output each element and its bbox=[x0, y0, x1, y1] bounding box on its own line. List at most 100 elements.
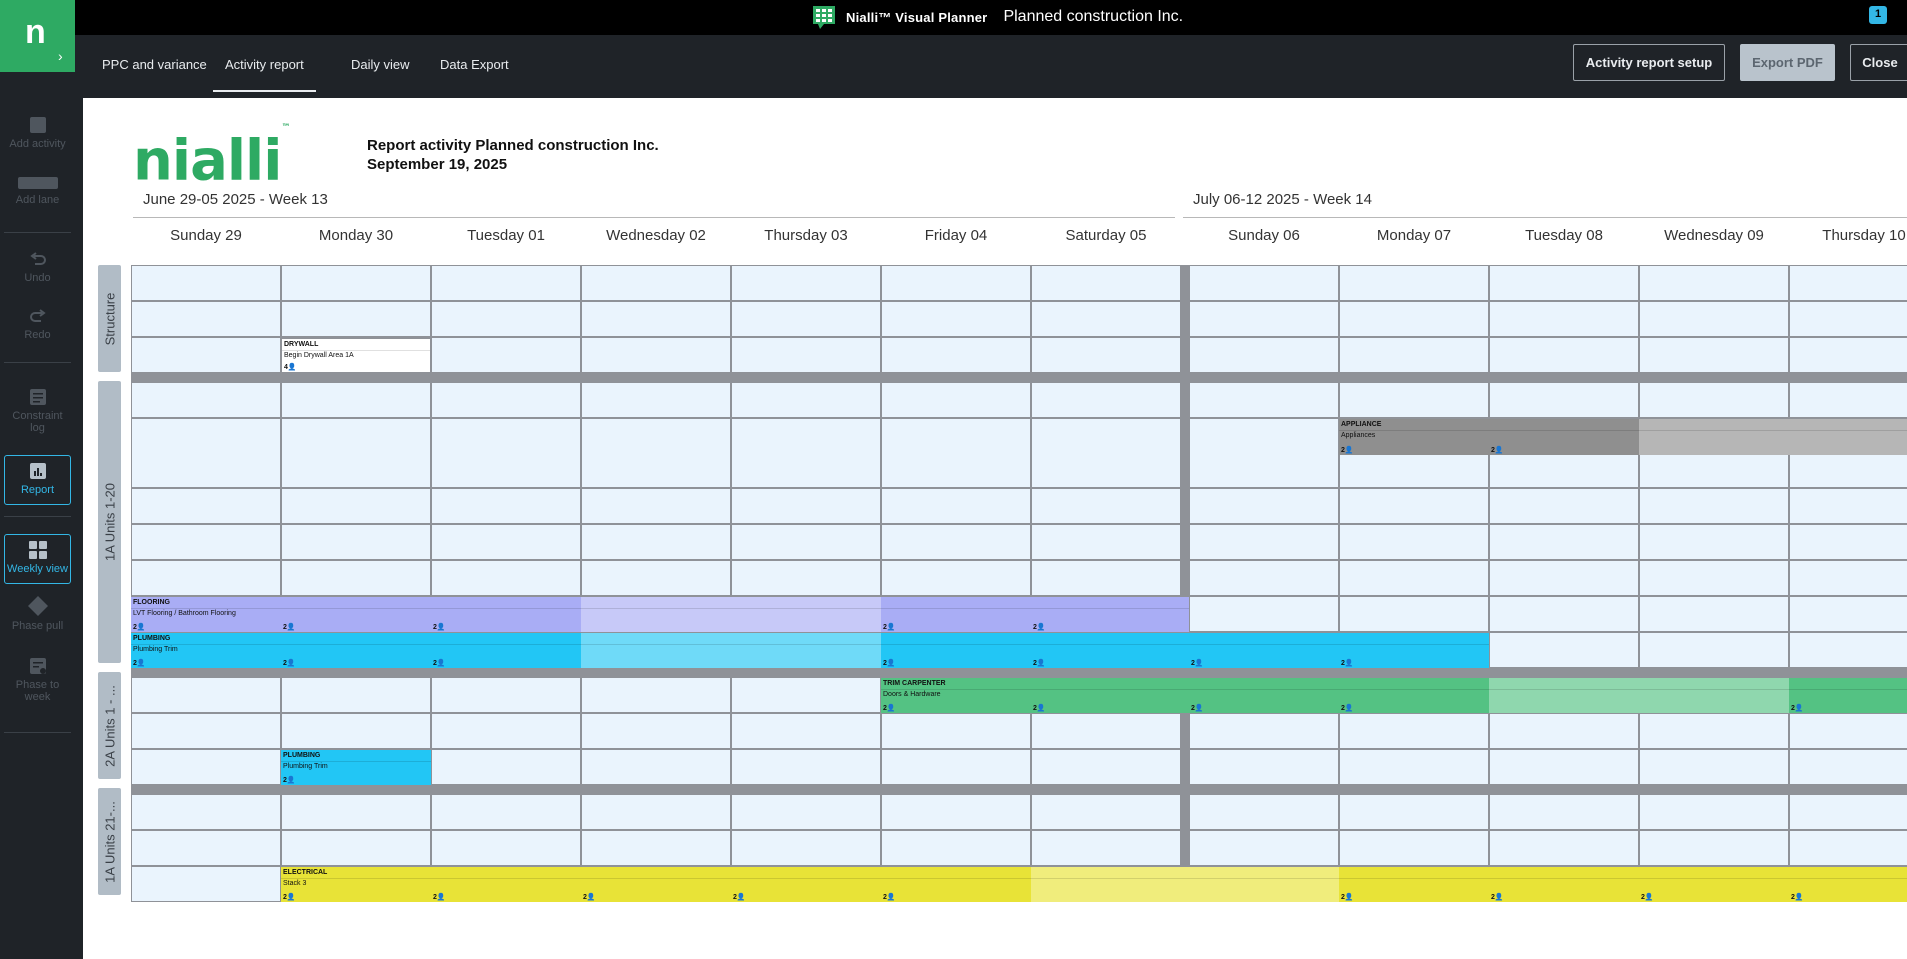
activity-card[interactable]: ELECTRICAL Stack 3 2👤 2👤 2👤 2👤 2👤 2👤 2👤 2👤 2👤 bbox=[281, 867, 1907, 902]
grid-cell[interactable] bbox=[131, 677, 281, 713]
notification-icon[interactable]: 1 bbox=[1869, 6, 1887, 24]
grid-cell[interactable] bbox=[881, 488, 1031, 524]
grid-cell[interactable] bbox=[1639, 560, 1789, 596]
grid-cell[interactable] bbox=[431, 418, 581, 488]
grid-cell[interactable] bbox=[131, 337, 281, 373]
grid-cell[interactable] bbox=[1789, 337, 1907, 373]
grid-cell[interactable] bbox=[1189, 560, 1339, 596]
grid-cell[interactable] bbox=[1189, 265, 1339, 301]
grid-cell[interactable] bbox=[1189, 301, 1339, 337]
grid-cell[interactable] bbox=[281, 418, 431, 488]
grid-cell[interactable] bbox=[431, 524, 581, 560]
grid-cell[interactable] bbox=[281, 265, 431, 301]
grid-cell[interactable] bbox=[281, 382, 431, 418]
grid-cell[interactable] bbox=[581, 749, 731, 785]
grid-cell[interactable] bbox=[1189, 337, 1339, 373]
grid-cell[interactable] bbox=[881, 265, 1031, 301]
grid-cell[interactable] bbox=[1339, 749, 1489, 785]
grid-cell[interactable] bbox=[431, 677, 581, 713]
grid-cell[interactable] bbox=[1789, 830, 1907, 866]
grid-cell[interactable] bbox=[581, 418, 731, 488]
grid-cell[interactable] bbox=[1339, 524, 1489, 560]
sidebar-item-undo[interactable]: Undo bbox=[4, 252, 71, 284]
grid-cell[interactable] bbox=[1339, 830, 1489, 866]
grid-cell[interactable] bbox=[1489, 632, 1639, 668]
grid-cell[interactable] bbox=[1031, 382, 1181, 418]
grid-cell[interactable] bbox=[1789, 749, 1907, 785]
grid-cell[interactable] bbox=[1489, 749, 1639, 785]
app-logo-button[interactable]: n › bbox=[0, 0, 75, 72]
grid-cell[interactable] bbox=[1639, 749, 1789, 785]
grid-cell[interactable] bbox=[1189, 382, 1339, 418]
grid-cell[interactable] bbox=[1639, 524, 1789, 560]
activity-card[interactable]: FLOORING LVT Flooring / Bathroom Flooring… bbox=[131, 597, 1189, 632]
tab-data-export[interactable]: Data Export bbox=[440, 57, 509, 72]
grid-cell[interactable] bbox=[1031, 749, 1181, 785]
grid-cell[interactable] bbox=[1789, 265, 1907, 301]
grid-cell[interactable] bbox=[1639, 596, 1789, 632]
grid-cell[interactable] bbox=[881, 418, 1031, 488]
grid-cell[interactable] bbox=[1189, 794, 1339, 830]
grid-cell[interactable] bbox=[1189, 749, 1339, 785]
grid-cell[interactable] bbox=[281, 560, 431, 596]
grid-cell[interactable] bbox=[1489, 596, 1639, 632]
grid-cell[interactable] bbox=[1789, 794, 1907, 830]
grid-cell[interactable] bbox=[1031, 560, 1181, 596]
grid-cell[interactable] bbox=[1489, 265, 1639, 301]
sidebar-item-report[interactable]: Report bbox=[4, 455, 71, 505]
grid-cell[interactable] bbox=[431, 830, 581, 866]
grid-cell[interactable] bbox=[131, 749, 281, 785]
grid-cell[interactable] bbox=[731, 382, 881, 418]
grid-cell[interactable] bbox=[281, 488, 431, 524]
grid-cell[interactable] bbox=[731, 794, 881, 830]
grid-cell[interactable] bbox=[1031, 713, 1181, 749]
grid-cell[interactable] bbox=[131, 524, 281, 560]
grid-cell[interactable] bbox=[731, 301, 881, 337]
grid-cell[interactable] bbox=[431, 265, 581, 301]
grid-cell[interactable] bbox=[881, 301, 1031, 337]
grid-cell[interactable] bbox=[131, 830, 281, 866]
grid-cell[interactable] bbox=[731, 488, 881, 524]
grid-cell[interactable] bbox=[581, 337, 731, 373]
grid-cell[interactable] bbox=[1489, 382, 1639, 418]
tab-daily-view[interactable]: Daily view bbox=[351, 57, 410, 72]
grid-cell[interactable] bbox=[1189, 418, 1339, 488]
grid-cell[interactable] bbox=[1339, 337, 1489, 373]
grid-cell[interactable] bbox=[1639, 265, 1789, 301]
grid-cell[interactable] bbox=[1639, 830, 1789, 866]
grid-cell[interactable] bbox=[881, 794, 1031, 830]
grid-cell[interactable] bbox=[581, 794, 731, 830]
grid-cell[interactable] bbox=[1339, 265, 1489, 301]
grid-cell[interactable] bbox=[881, 382, 1031, 418]
grid-cell[interactable] bbox=[1789, 713, 1907, 749]
grid-cell[interactable] bbox=[881, 560, 1031, 596]
sidebar-item-add-activity[interactable]: Add activity bbox=[4, 116, 71, 150]
activity-card[interactable]: APPLIANCE Appliances 2👤 2👤 bbox=[1339, 419, 1907, 455]
grid-cell[interactable] bbox=[1189, 830, 1339, 866]
grid-cell[interactable] bbox=[1031, 524, 1181, 560]
grid-cell[interactable] bbox=[581, 713, 731, 749]
grid-cell[interactable] bbox=[1639, 794, 1789, 830]
grid-cell[interactable] bbox=[1489, 560, 1639, 596]
grid-cell[interactable] bbox=[1339, 301, 1489, 337]
grid-cell[interactable] bbox=[431, 301, 581, 337]
grid-cell[interactable] bbox=[131, 713, 281, 749]
grid-cell[interactable] bbox=[581, 560, 731, 596]
grid-cell[interactable] bbox=[281, 794, 431, 830]
grid-cell[interactable] bbox=[1339, 713, 1489, 749]
grid-cell[interactable] bbox=[131, 382, 281, 418]
lane-label-2a-units[interactable]: 2A Units 1 - ... bbox=[98, 672, 121, 779]
activity-card[interactable]: PLUMBING Plumbing Trim 2👤 bbox=[281, 750, 431, 785]
export-pdf-button[interactable]: Export PDF bbox=[1740, 44, 1835, 81]
activity-card[interactable]: PLUMBING Plumbing Trim 2👤 2👤 2👤 2👤 2👤 2👤 2👤 bbox=[131, 633, 1489, 668]
grid-cell[interactable] bbox=[1489, 337, 1639, 373]
grid-cell[interactable] bbox=[1789, 560, 1907, 596]
grid-cell[interactable] bbox=[1189, 596, 1339, 632]
grid-cell[interactable] bbox=[431, 749, 581, 785]
grid-cell[interactable] bbox=[1789, 382, 1907, 418]
grid-cell[interactable] bbox=[881, 830, 1031, 866]
lane-label-1a-units-1-20[interactable]: 1A Units 1-20 bbox=[98, 381, 121, 663]
grid-cell[interactable] bbox=[1031, 488, 1181, 524]
grid-cell[interactable] bbox=[881, 749, 1031, 785]
sidebar-item-phase-pull[interactable]: Phase pull bbox=[4, 596, 71, 632]
